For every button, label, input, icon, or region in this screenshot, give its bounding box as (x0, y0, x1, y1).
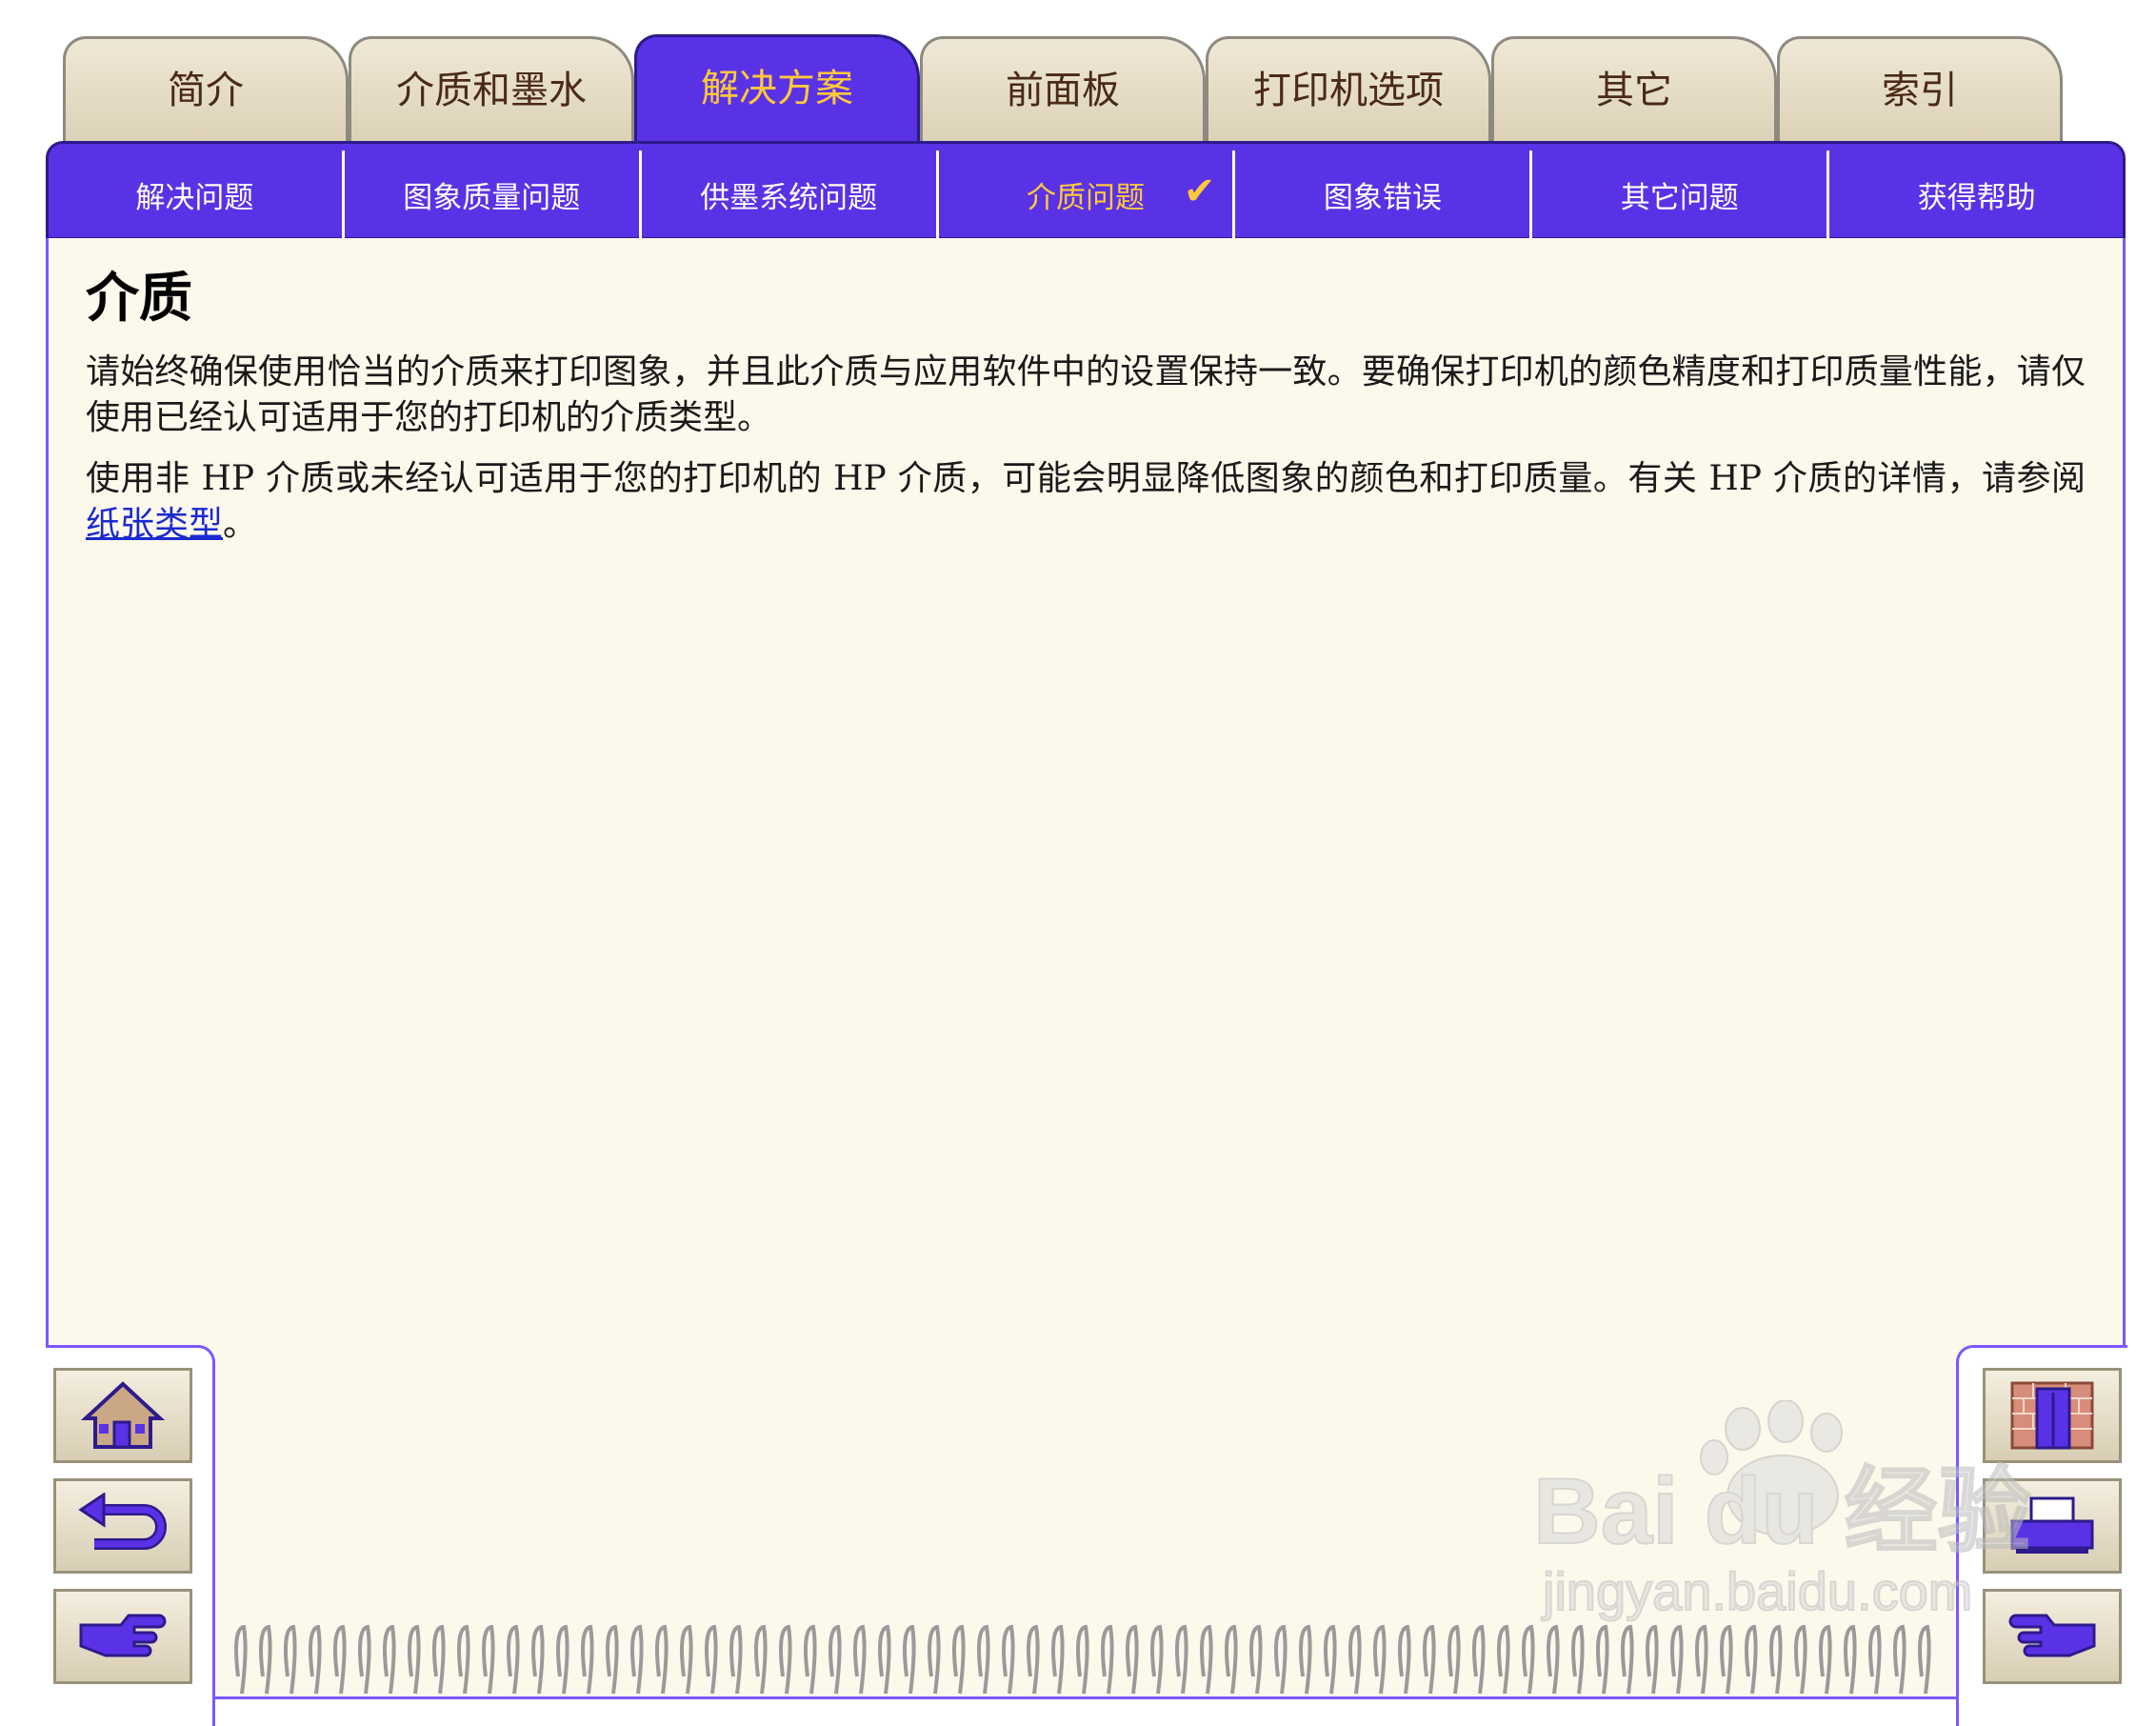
spiral-ring (1324, 1624, 1337, 1695)
spiral-ring (284, 1624, 297, 1695)
subtab-label: 供墨系统问题 (700, 180, 878, 215)
spiral-ring (680, 1624, 693, 1695)
spiral-ring (1423, 1624, 1436, 1695)
subtab-other-problems[interactable]: 其它问题 (1532, 151, 1830, 238)
main-tab-bar: 简介 介质和墨水 解决方案 前面板 打印机选项 其它 索引 (0, 0, 2156, 152)
paragraph-media-guidance: 请始终确保使用恰当的介质来打印图象，并且此介质与应用软件中的设置保持一致。要确保… (86, 352, 2086, 437)
spiral-ring (729, 1624, 743, 1695)
spiral-ring (705, 1624, 718, 1695)
watermark-brand: Bai du 经验 (1533, 1458, 2031, 1563)
subtab-media-problems[interactable]: 介质问题 ✔ (939, 151, 1236, 238)
checkmark-icon: ✔ (1183, 170, 1216, 213)
spiral-ring (333, 1624, 347, 1695)
spiral-ring (754, 1624, 768, 1695)
baidu-watermark: Bai du 经验 jingyan.baidu.com (1532, 1400, 2032, 1622)
spiral-ring (903, 1624, 916, 1695)
sub-tab-bar: 解决问题 图象质量问题 供墨系统问题 介质问题 ✔ 图象错误 其它问题 获得帮助 (48, 151, 2124, 238)
spiral-ring (358, 1624, 371, 1695)
spiral-ring (853, 1624, 867, 1695)
spiral-ring (482, 1624, 495, 1695)
paragraph-text-end: 。 (223, 505, 258, 544)
next-page-icon (79, 1614, 167, 1657)
spiral-ring (1027, 1624, 1040, 1695)
spiral-ring (804, 1624, 817, 1695)
spiral-ring (383, 1624, 396, 1695)
spiral-ring (1076, 1624, 1089, 1695)
content-area: 介质 请始终确保使用恰当的介质来打印图象，并且此介质与应用软件中的设置保持一致。… (86, 255, 2086, 563)
spiral-ring (1398, 1624, 1411, 1695)
spiral-ring (556, 1624, 569, 1695)
spiral-ring (259, 1624, 272, 1695)
home-icon (80, 1381, 166, 1449)
subtab-label: 其它问题 (1620, 180, 1739, 215)
spiral-ring (432, 1624, 446, 1695)
spiral-ring (408, 1624, 421, 1695)
spiral-ring (977, 1624, 990, 1695)
spiral-ring (630, 1624, 644, 1695)
watermark-url: jingyan.baidu.com (1541, 1561, 1972, 1621)
subtab-ink-system-problems[interactable]: 供墨系统问题 (642, 151, 939, 238)
subtab-label: 图象错误 (1323, 180, 1442, 215)
spiral-ring (655, 1624, 669, 1695)
tab-other[interactable]: 其它 (1491, 36, 1777, 141)
subtab-get-help[interactable]: 获得帮助 (1829, 151, 2124, 238)
spiral-ring (1373, 1624, 1387, 1695)
spiral-ring (1200, 1624, 1213, 1695)
spiral-ring (234, 1624, 248, 1695)
spiral-ring (1175, 1624, 1188, 1695)
spiral-ring (309, 1624, 322, 1695)
spiral-ring (1101, 1624, 1114, 1695)
subtab-solve-problems[interactable]: 解决问题 (48, 151, 345, 238)
tab-front-panel[interactable]: 前面板 (920, 36, 1206, 141)
subtab-label: 图象质量问题 (403, 180, 581, 215)
spiral-ring (1051, 1624, 1065, 1695)
back-icon (78, 1493, 167, 1550)
spiral-ring (1126, 1624, 1139, 1695)
spiral-ring (952, 1624, 966, 1695)
subtab-image-errors[interactable]: 图象错误 (1235, 151, 1533, 238)
spiral-ring (1299, 1624, 1312, 1695)
spiral-ring (531, 1624, 545, 1695)
next-page-button[interactable] (53, 1589, 192, 1684)
back-button[interactable] (53, 1478, 192, 1574)
spiral-ring (507, 1624, 520, 1695)
tab-introduction[interactable]: 简介 (63, 36, 349, 141)
tab-media-and-ink[interactable]: 介质和墨水 (349, 36, 634, 141)
subtab-label: 解决问题 (135, 180, 254, 215)
spiral-ring (606, 1624, 619, 1695)
tab-solutions[interactable]: 解决方案 (634, 34, 920, 147)
spiral-ring (928, 1624, 941, 1695)
tab-index[interactable]: 索引 (1777, 36, 2063, 141)
subtab-label: 介质问题 (1027, 180, 1145, 215)
spiral-ring (1497, 1624, 1510, 1695)
spiral-ring (878, 1624, 891, 1695)
home-button[interactable] (53, 1368, 192, 1463)
spiral-ring (1249, 1624, 1263, 1695)
subtab-image-quality-problems[interactable]: 图象质量问题 (345, 151, 642, 238)
spiral-ring (828, 1624, 842, 1695)
spiral-ring (581, 1624, 594, 1695)
spiral-ring (1002, 1624, 1015, 1695)
spiral-ring (779, 1624, 792, 1695)
spiral-ring (1472, 1624, 1486, 1695)
spiral-ring (1274, 1624, 1288, 1695)
subtab-label: 获得帮助 (1917, 180, 2036, 215)
page-title: 介质 (86, 268, 192, 330)
spiral-ring (1348, 1624, 1362, 1695)
spiral-ring (1150, 1624, 1164, 1695)
spiral-ring (1447, 1624, 1461, 1695)
paragraph-hp-media: 使用非 HP 介质或未经认可适用于您的打印机的 HP 介质，可能会明显降低图象的… (86, 456, 2086, 548)
spiral-ring (457, 1624, 470, 1695)
tab-printer-options[interactable]: 打印机选项 (1206, 36, 1491, 141)
paragraph-text: 使用非 HP 介质或未经认可适用于您的打印机的 HP 介质，可能会明显降低图象的… (86, 459, 2086, 498)
paper-types-link[interactable]: 纸张类型 (86, 505, 223, 544)
spiral-ring (1225, 1624, 1238, 1695)
